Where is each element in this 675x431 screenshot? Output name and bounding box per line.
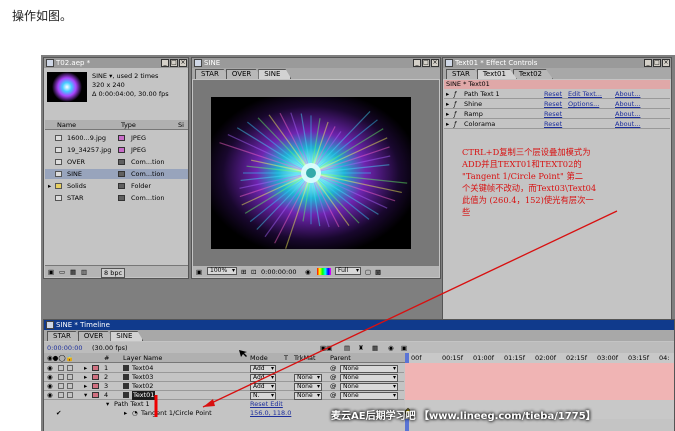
annotation-arrow: [154, 210, 618, 417]
page-caption: 操作如图。: [12, 9, 73, 23]
after-effects-screenshot: T02.aep * _ □ × SINE ▾, used 2 times 320 x…: [41, 55, 675, 431]
watermark: 麦云AE后期学习吧 【www.lineeg.com/tieba/1775】: [331, 411, 596, 422]
